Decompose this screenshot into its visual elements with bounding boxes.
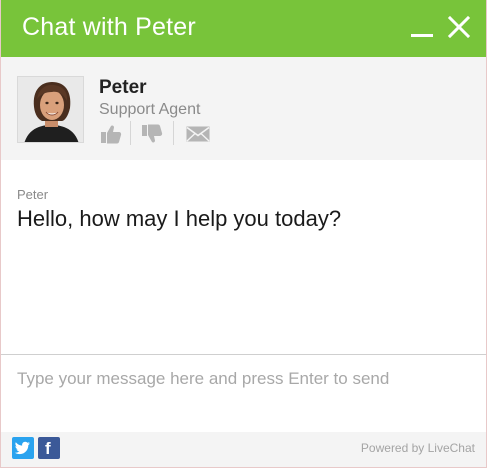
agent-panel: Peter Support Agent (1, 57, 486, 160)
rate-good-button[interactable] (98, 121, 124, 147)
agent-avatar (17, 76, 84, 143)
facebook-share-button[interactable]: f (38, 437, 60, 459)
envelope-icon (186, 126, 210, 142)
rating-divider (130, 121, 131, 145)
agent-photo (18, 77, 83, 142)
minimize-button[interactable] (409, 13, 437, 41)
close-button[interactable] (445, 13, 473, 41)
thumbs-up-icon (101, 125, 122, 144)
agent-name: Peter (99, 77, 147, 98)
twitter-icon (14, 441, 30, 455)
rating-divider (173, 121, 174, 145)
agent-role: Support Agent (99, 101, 201, 118)
rate-bad-button[interactable] (139, 121, 165, 147)
chat-title: Chat with Peter (22, 13, 196, 41)
message-composer (1, 354, 486, 432)
message-list: Peter Hello, how may I help you today? (1, 160, 486, 354)
thumbs-down-icon (142, 124, 163, 143)
minimize-icon (411, 34, 433, 37)
twitter-share-button[interactable] (12, 437, 34, 459)
email-transcript-button[interactable] (183, 121, 213, 147)
facebook-icon: f (45, 439, 51, 458)
message-text: Hello, how may I help you today? (17, 206, 342, 231)
chat-widget: Chat with Peter Peter Support Agent Pete… (0, 0, 487, 468)
chat-title-bar[interactable]: Chat with Peter (1, 0, 486, 57)
message-input[interactable] (1, 355, 486, 432)
chat-footer: f Powered by LiveChat (1, 432, 486, 467)
message-author: Peter (17, 187, 49, 202)
powered-by-link[interactable]: Powered by LiveChat (361, 441, 475, 455)
close-icon (447, 15, 471, 39)
